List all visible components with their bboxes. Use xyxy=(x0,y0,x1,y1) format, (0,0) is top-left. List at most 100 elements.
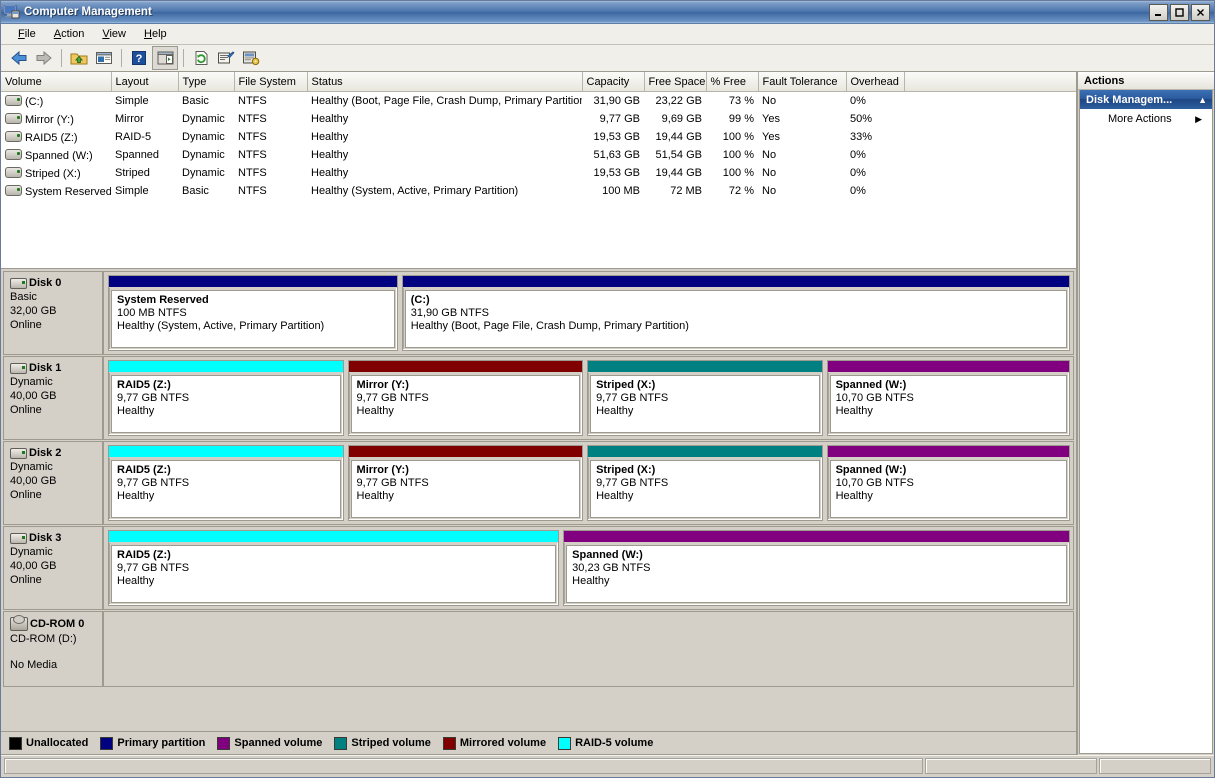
actions-group-disk-management[interactable]: Disk Managem... ▲ xyxy=(1080,90,1212,109)
disk-row-2[interactable]: Disk 2 Dynamic 40,00 GB Online RAID5 (Z:… xyxy=(3,441,1074,525)
disk-header-0[interactable]: Disk 0 Basic 32,00 GB Online xyxy=(4,272,104,354)
disk-state-3: Online xyxy=(10,574,42,586)
volume-size-fs: 9,77 GB NTFS xyxy=(117,392,190,404)
table-row[interactable]: Mirror (Y:) Mirror Dynamic NTFS Healthy … xyxy=(1,110,1076,128)
cdrom-header[interactable]: CD-ROM 0 CD-ROM (D:) No Media xyxy=(4,612,104,686)
disk-volume-block[interactable]: RAID5 (Z:) 9,77 GB NTFS Healthy xyxy=(108,445,344,521)
minimize-button[interactable] xyxy=(1149,3,1168,21)
table-row[interactable]: Striped (X:) Striped Dynamic NTFS Health… xyxy=(1,164,1076,182)
cell-percent-free: 73 % xyxy=(728,95,754,107)
window-title: Computer Management xyxy=(24,6,152,18)
column-header-percent-free[interactable]: % Free xyxy=(706,72,759,92)
cell-file-system: NTFS xyxy=(238,149,267,161)
column-header-status[interactable]: Status xyxy=(307,72,583,92)
cell-fault-tolerance: No xyxy=(762,95,777,107)
volume-details: Mirror (Y:) 9,77 GB NTFS Healthy xyxy=(350,375,581,433)
table-row[interactable]: (C:) Simple Basic NTFS Healthy (Boot, Pa… xyxy=(1,92,1076,111)
legend-label: Spanned volume xyxy=(234,737,323,749)
maximize-button[interactable] xyxy=(1170,3,1189,21)
disk-header-1[interactable]: Disk 1 Dynamic 40,00 GB Online xyxy=(4,357,104,439)
disk-volume-block[interactable]: Spanned (W:) 30,23 GB NTFS Healthy xyxy=(563,530,1070,606)
column-header-capacity[interactable]: Capacity xyxy=(582,72,645,92)
volume-size-fs: 9,77 GB NTFS xyxy=(596,477,669,489)
up-folder-icon[interactable] xyxy=(67,47,91,69)
cell-percent-free: 100 % xyxy=(722,149,754,161)
legend-item-primary-partition: Primary partition xyxy=(100,736,205,750)
close-button[interactable] xyxy=(1191,3,1210,21)
table-row[interactable]: RAID5 (Z:) RAID-5 Dynamic NTFS Healthy 1… xyxy=(1,128,1076,146)
disk-header-2[interactable]: Disk 2 Dynamic 40,00 GB Online xyxy=(4,442,104,524)
volume-table-header-row: Volume Layout Type File System Status Ca… xyxy=(1,72,1076,92)
column-header-fault-tolerance[interactable]: Fault Tolerance xyxy=(758,72,847,92)
disk-kind-3: Dynamic xyxy=(10,546,53,558)
volume-status: Healthy xyxy=(356,490,394,502)
volume-list-pane[interactable]: Volume Layout Type File System Status Ca… xyxy=(1,72,1077,269)
volume-name: Mirror (Y:) xyxy=(356,379,409,391)
column-header-file-system[interactable]: File System xyxy=(234,72,308,92)
table-row[interactable]: System Reserved Simple Basic NTFS Health… xyxy=(1,182,1076,200)
disk-row-1[interactable]: Disk 1 Dynamic 40,00 GB Online RAID5 (Z:… xyxy=(3,356,1074,440)
disk-name-label: Disk 0 xyxy=(29,277,62,289)
volume-color-bar xyxy=(827,446,1069,458)
disk-volume-block[interactable]: RAID5 (Z:) 9,77 GB NTFS Healthy xyxy=(108,530,560,606)
show-tree-icon[interactable] xyxy=(92,47,116,69)
volume-color-bar xyxy=(109,446,343,458)
cell-file-system: NTFS xyxy=(238,185,267,197)
svg-text:?: ? xyxy=(136,53,143,65)
properties-icon[interactable] xyxy=(214,47,238,69)
disk-state-2: Online xyxy=(10,489,42,501)
disk-volume-block[interactable]: Mirror (Y:) 9,77 GB NTFS Healthy xyxy=(347,445,584,521)
column-header-volume[interactable]: Volume xyxy=(1,72,112,92)
cell-volume: System Reserved xyxy=(1,182,111,200)
disk-volume-block[interactable]: Striped (X:) 9,77 GB NTFS Healthy xyxy=(587,445,823,521)
volume-status: Healthy (System, Active, Primary Partiti… xyxy=(117,320,325,332)
disk-volume-block[interactable]: Spanned (W:) 10,70 GB NTFS Healthy xyxy=(826,445,1070,521)
column-header-free-space[interactable]: Free Space xyxy=(644,72,707,92)
forward-icon[interactable] xyxy=(32,47,56,69)
volume-color-bar xyxy=(348,446,583,458)
volume-color-bar xyxy=(109,531,559,543)
rescan-disks-icon[interactable] xyxy=(239,47,263,69)
cdrom-row[interactable]: CD-ROM 0 CD-ROM (D:) No Media xyxy=(3,611,1074,687)
column-header-layout[interactable]: Layout xyxy=(111,72,179,92)
column-header-type[interactable]: Type xyxy=(178,72,235,92)
cell-overhead: 0% xyxy=(850,167,866,179)
volume-size-fs: 30,23 GB NTFS xyxy=(572,562,651,574)
cell-layout: RAID-5 xyxy=(115,131,152,143)
disk-volume-block[interactable]: System Reserved 100 MB NTFS Healthy (Sys… xyxy=(108,275,398,351)
menu-action[interactable]: Action xyxy=(45,26,94,42)
legend-swatch xyxy=(334,736,348,750)
cell-filler xyxy=(904,146,1076,164)
menu-view[interactable]: View xyxy=(93,26,135,42)
disk-header-3[interactable]: Disk 3 Dynamic 40,00 GB Online xyxy=(4,527,104,609)
disk-row-0[interactable]: Disk 0 Basic 32,00 GB Online System Rese… xyxy=(3,271,1074,355)
cell-file-system: NTFS xyxy=(238,95,267,107)
show-action-pane-icon[interactable] xyxy=(152,46,178,70)
window-controls xyxy=(1149,3,1212,21)
menu-help[interactable]: Help xyxy=(135,26,176,42)
table-row[interactable]: Spanned (W:) Spanned Dynamic NTFS Health… xyxy=(1,146,1076,164)
cell-filler xyxy=(904,182,1076,200)
volume-size-fs: 31,90 GB NTFS xyxy=(410,307,489,319)
disk-row-3[interactable]: Disk 3 Dynamic 40,00 GB Online RAID5 (Z:… xyxy=(3,526,1074,610)
action-more-actions[interactable]: More Actions ▶ xyxy=(1080,109,1212,129)
disk-volume-block[interactable]: Spanned (W:) 10,70 GB NTFS Healthy xyxy=(826,360,1070,436)
back-icon[interactable] xyxy=(7,47,31,69)
disk-name-label: Disk 3 xyxy=(29,532,62,544)
cell-type: Dynamic xyxy=(182,167,225,179)
legend-label: Striped volume xyxy=(351,737,431,749)
disk-volume-block[interactable]: (C:) 31,90 GB NTFS Healthy (Boot, Page F… xyxy=(401,275,1070,351)
help-icon[interactable]: ? xyxy=(127,47,151,69)
column-header-overhead[interactable]: Overhead xyxy=(846,72,905,92)
disk-volume-block[interactable]: Striped (X:) 9,77 GB NTFS Healthy xyxy=(587,360,823,436)
disk-volume-block[interactable]: RAID5 (Z:) 9,77 GB NTFS Healthy xyxy=(108,360,344,436)
disk-volume-block[interactable]: Mirror (Y:) 9,77 GB NTFS Healthy xyxy=(347,360,584,436)
menu-file[interactable]: File xyxy=(9,26,45,42)
refresh-icon[interactable] xyxy=(189,47,213,69)
volume-color-bar xyxy=(564,531,1069,543)
cell-overhead: 33% xyxy=(850,131,873,143)
chevron-up-icon[interactable]: ▲ xyxy=(1198,95,1207,105)
legend: Unallocated Primary partition Spanned vo… xyxy=(1,731,1076,754)
cell-type: Dynamic xyxy=(182,149,225,161)
actions-body: Disk Managem... ▲ More Actions ▶ xyxy=(1079,90,1213,754)
